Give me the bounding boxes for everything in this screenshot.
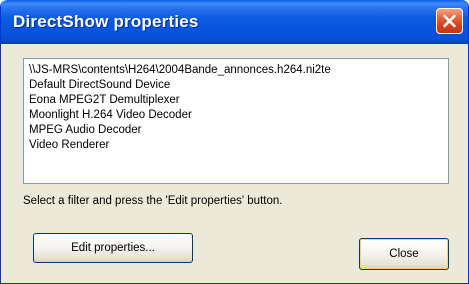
filter-list-item[interactable]: Video Renderer xyxy=(29,138,443,153)
filter-list-item[interactable]: Eona MPEG2T Demultiplexer xyxy=(29,93,443,108)
filter-list-item[interactable]: MPEG Audio Decoder xyxy=(29,123,443,138)
filter-list-item[interactable]: Default DirectSound Device xyxy=(29,78,443,93)
title-bar[interactable]: DirectShow properties xyxy=(1,0,468,44)
close-button[interactable]: Close xyxy=(359,238,449,270)
filter-list-item[interactable]: \\JS-MRS\contents\H264\2004Bande_annonce… xyxy=(29,63,443,78)
directshow-properties-dialog: DirectShow properties \\JS-MRS\contents\… xyxy=(0,0,469,284)
filter-list-item[interactable]: Moonlight H.264 Video Decoder xyxy=(29,108,443,123)
title-close-button[interactable] xyxy=(436,8,463,34)
filter-listbox[interactable]: \\JS-MRS\contents\H264\2004Bande_annonce… xyxy=(23,58,449,184)
edit-properties-button[interactable]: Edit properties... xyxy=(33,233,193,263)
instruction-text: Select a filter and press the 'Edit prop… xyxy=(23,195,283,207)
window-title: DirectShow properties xyxy=(13,12,199,31)
close-icon xyxy=(443,14,456,28)
